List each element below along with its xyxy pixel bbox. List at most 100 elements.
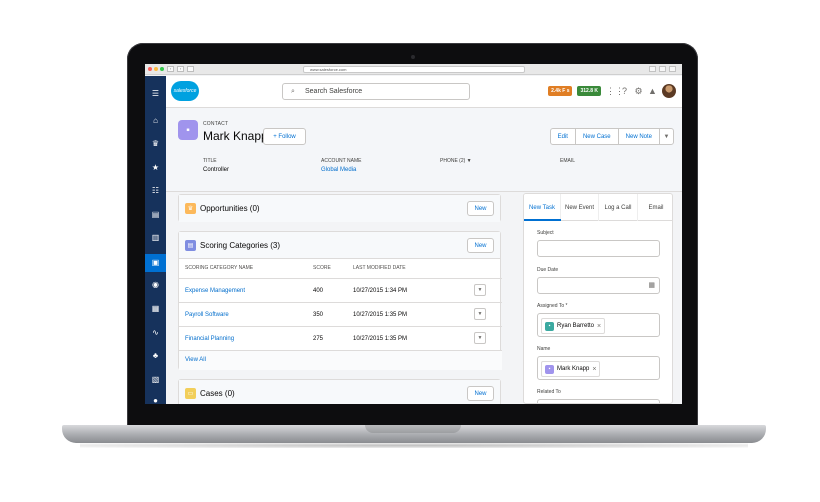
name-label: Name <box>537 346 551 352</box>
close-dot[interactable] <box>148 67 152 71</box>
salesforce-logo[interactable]: salesforce <box>171 81 199 101</box>
menu-icon[interactable]: ☰ <box>145 89 166 98</box>
row-menu-icon[interactable]: ▼ <box>474 332 486 344</box>
tabs-icon[interactable] <box>659 66 666 72</box>
browser-toolbar: ‹ › www.salesforce.com <box>145 64 682 75</box>
back-icon[interactable]: ‹ <box>167 66 174 72</box>
limit-badge[interactable]: 2.4k F s <box>548 86 573 96</box>
card-title[interactable]: Opportunities (0) <box>200 204 260 213</box>
avatar[interactable] <box>662 84 676 98</box>
assigned-to-field[interactable]: ▪ Ryan Barretto × <box>537 313 660 337</box>
screen: ‹ › www.salesforce.com salesforce ⌕ Sear… <box>145 64 682 404</box>
remove-icon[interactable]: × <box>592 366 596 373</box>
cases-icon: ▭ <box>185 388 196 399</box>
home-icon[interactable]: ⌂ <box>145 116 166 125</box>
actions-dropdown-icon[interactable]: ▼ <box>659 128 674 145</box>
tab-log-a-call[interactable]: Log a Call <box>599 194 638 221</box>
gear-icon[interactable]: ⚙ <box>634 86 643 97</box>
card-title[interactable]: Cases (0) <box>200 389 235 398</box>
name-pill[interactable]: ▪ Mark Knapp × <box>541 361 601 377</box>
storage-badge[interactable]: 312.8 K <box>577 86 601 96</box>
laptop-shadow <box>80 443 748 448</box>
score-value: 350 <box>313 312 324 318</box>
bell-icon[interactable]: ▲ <box>648 86 657 96</box>
view-all-link[interactable]: View All <box>185 357 206 363</box>
more-icon[interactable]: ● <box>145 396 166 404</box>
column-header-score[interactable]: SCORE <box>313 265 331 271</box>
assigned-user-name: Ryan Barretto <box>557 323 595 329</box>
related-to-input[interactable] <box>537 399 660 403</box>
phone-dropdown-icon[interactable]: ▼ <box>467 158 472 164</box>
left-nav: ☰ ⌂ ♛ ★ ☷ ▤ ▥ ▣ ◉ ▦ ∿ ♣ ▧ ● <box>145 76 166 404</box>
category-link[interactable]: Payroll Software <box>185 312 229 318</box>
calendar-icon[interactable]: ▦ <box>648 281 655 289</box>
phone-label[interactable]: PHONE (2) ▼ <box>440 158 472 164</box>
column-header-date[interactable]: LAST MODIFIED DATE <box>353 265 406 271</box>
publisher-panel: New Task New Event Log a Call Email Subj… <box>523 193 673 404</box>
groups-icon[interactable]: ♣ <box>145 351 166 360</box>
email-label: EMAIL <box>560 158 576 164</box>
record-type: CONTACT <box>203 121 229 127</box>
account-label: ACCOUNT NAME <box>321 158 362 164</box>
active-tab-indicator <box>524 219 561 221</box>
list-icon[interactable]: ☷ <box>145 186 166 195</box>
score-value: 275 <box>313 336 324 342</box>
crown-icon[interactable]: ♛ <box>145 139 166 148</box>
calendar-icon[interactable]: ▧ <box>145 375 166 384</box>
star-icon[interactable]: ★ <box>145 163 166 172</box>
new-case-card-button[interactable]: New <box>467 386 494 401</box>
assigned-to-label: Assigned To * <box>537 303 568 309</box>
date-value: 10/27/2015 1:35 PM <box>353 336 408 342</box>
share-icon[interactable] <box>649 66 656 72</box>
search-input[interactable]: ⌕ Search Salesforce <box>282 83 470 100</box>
name-pill-value: Mark Knapp <box>557 366 590 372</box>
subject-input[interactable] <box>537 240 660 257</box>
category-link[interactable]: Financial Planning <box>185 336 234 342</box>
date-value: 10/27/2015 1:35 PM <box>353 312 408 318</box>
remove-icon[interactable]: × <box>597 323 601 330</box>
tab-new-task[interactable]: New Task <box>524 194 561 221</box>
card-header: ▭ Cases (0) New <box>179 380 500 404</box>
new-scoring-button[interactable]: New <box>467 238 494 253</box>
edit-button[interactable]: Edit <box>549 128 576 145</box>
search-icon: ⌕ <box>291 87 295 95</box>
header-utilities: 2.4k F s 312.8 K ⋮⋮ ? ⚙ ▲ <box>548 84 676 98</box>
new-opportunity-button[interactable]: New <box>467 201 494 216</box>
due-date-input[interactable]: ▦ <box>537 277 660 294</box>
column-header-name[interactable]: SCORING CATEGORY NAME <box>185 265 253 271</box>
scoring-categories-card: ▤ Scoring Categories (3) New SCORING CAT… <box>178 231 502 370</box>
follow-button[interactable]: + Follow <box>263 128 306 145</box>
card-footer: View All <box>179 350 502 370</box>
sidebar-icon[interactable] <box>187 66 194 72</box>
app-launcher-icon[interactable]: ⋮⋮ <box>606 86 624 97</box>
name-field[interactable]: ▪ Mark Knapp × <box>537 356 660 380</box>
search-placeholder: Search Salesforce <box>305 88 363 95</box>
files-icon[interactable]: ▤ <box>145 210 166 219</box>
maximize-dot[interactable] <box>160 67 164 71</box>
pulse-icon[interactable]: ∿ <box>145 328 166 337</box>
new-note-button[interactable]: New Note <box>617 128 660 145</box>
opportunity-icon[interactable]: ◉ <box>145 280 166 289</box>
account-link[interactable]: Global Media <box>321 167 356 173</box>
tab-email[interactable]: Email <box>638 194 672 221</box>
forward-icon[interactable]: › <box>177 66 184 72</box>
building-icon[interactable]: ▥ <box>145 233 166 242</box>
address-bar[interactable]: www.salesforce.com <box>303 66 525 73</box>
new-case-button[interactable]: New Case <box>574 128 619 145</box>
laptop-stage: ‹ › www.salesforce.com salesforce ⌕ Sear… <box>0 0 820 502</box>
add-tab-icon[interactable] <box>669 66 676 72</box>
contact-icon: ▪ <box>545 364 554 374</box>
card-title[interactable]: Scoring Categories (3) <box>200 241 280 250</box>
help-icon[interactable]: ? <box>620 86 629 96</box>
opportunities-card: ♛ Opportunities (0) New <box>178 194 501 222</box>
row-menu-icon[interactable]: ▼ <box>474 308 486 320</box>
contacts-icon[interactable]: ▣ <box>145 254 166 272</box>
category-link[interactable]: Expense Management <box>185 288 245 294</box>
row-menu-icon[interactable]: ▼ <box>474 284 486 296</box>
minimize-dot[interactable] <box>154 67 158 71</box>
card-header: ♛ Opportunities (0) New <box>179 195 500 222</box>
page-title: Mark Knapp <box>203 129 268 143</box>
tab-new-event[interactable]: New Event <box>561 194 599 221</box>
assigned-user-pill[interactable]: ▪ Ryan Barretto × <box>541 318 606 334</box>
clipboard-icon[interactable]: ▦ <box>145 304 166 313</box>
